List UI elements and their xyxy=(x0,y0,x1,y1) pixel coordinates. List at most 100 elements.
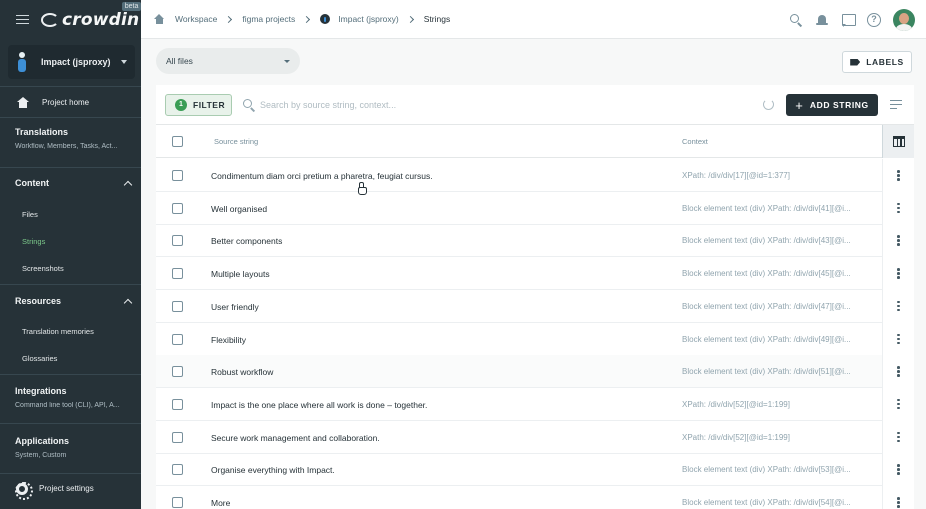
more-vert-icon[interactable] xyxy=(897,202,900,214)
sidebar-section-applications[interactable]: Applications System, Custom xyxy=(0,436,141,472)
more-vert-icon[interactable] xyxy=(897,268,900,279)
home-icon xyxy=(17,96,29,108)
source-string[interactable]: Condimentum diam orci pretium a pharetra… xyxy=(211,171,433,181)
table-row[interactable]: Robust workflow Block element text (div) … xyxy=(156,355,914,389)
breadcrumb-workspace[interactable]: Workspace xyxy=(175,14,217,24)
add-string-button[interactable]: + ADD STRING xyxy=(786,94,878,116)
row-checkbox[interactable] xyxy=(172,431,183,443)
source-string[interactable]: Organise everything with Impact. xyxy=(211,465,335,475)
sidebar-item-screenshots[interactable]: Screenshots xyxy=(22,264,64,273)
logo-text: crowdin xyxy=(62,9,140,30)
select-all-checkbox[interactable] xyxy=(172,136,183,147)
source-string[interactable]: More xyxy=(211,498,230,508)
row-checkbox[interactable] xyxy=(172,268,183,280)
table-row[interactable]: Condimentum diam orci pretium a pharetra… xyxy=(156,159,914,192)
table-row[interactable]: Secure work management and collaboration… xyxy=(156,420,914,454)
row-checkbox[interactable] xyxy=(172,300,183,312)
filter-button-label: FILTER xyxy=(193,100,226,110)
list-settings-icon[interactable] xyxy=(890,100,902,110)
project-icon xyxy=(16,52,30,72)
table-row[interactable]: User friendly Block element text (div) XP… xyxy=(156,289,914,323)
help-icon[interactable]: ? xyxy=(867,12,881,27)
row-checkbox[interactable] xyxy=(172,202,183,214)
source-string[interactable]: Well organised xyxy=(211,204,267,214)
sidebar-section-translations[interactable]: Translations Workflow, Members, Tasks, A… xyxy=(0,127,141,167)
chevron-right-icon xyxy=(406,15,414,23)
section-title: Resources xyxy=(15,296,62,306)
sidebar-item-strings[interactable]: Strings xyxy=(22,237,45,246)
source-string[interactable]: Secure work management and collaboration… xyxy=(211,433,380,443)
sidebar-section-content[interactable]: Content xyxy=(0,168,141,198)
sidebar: crowdin beta Impact (jsproxy) Project ho… xyxy=(0,0,142,509)
section-title: Translations xyxy=(15,127,69,137)
source-string[interactable]: Impact is the one place where all work i… xyxy=(211,400,427,410)
strings-toolbar: 1 FILTER + ADD STRING xyxy=(156,85,914,125)
search-input[interactable] xyxy=(260,95,620,115)
bell-icon[interactable] xyxy=(815,13,829,27)
avatar[interactable] xyxy=(893,8,915,31)
row-checkbox[interactable] xyxy=(172,235,183,247)
source-string[interactable]: Multiple layouts xyxy=(211,269,270,279)
sidebar-section-resources[interactable]: Resources xyxy=(0,286,141,316)
crowdin-logo[interactable]: crowdin beta xyxy=(41,1,142,30)
row-menu-cell xyxy=(882,257,914,291)
more-vert-icon[interactable] xyxy=(897,366,900,377)
sidebar-item-project-home[interactable]: Project home xyxy=(0,86,141,118)
refresh-icon[interactable] xyxy=(763,99,774,110)
source-string[interactable]: Robust workflow xyxy=(211,367,273,377)
row-checkbox[interactable] xyxy=(172,333,183,345)
add-string-label: ADD STRING xyxy=(809,100,869,110)
more-vert-icon[interactable] xyxy=(897,497,900,508)
more-vert-icon[interactable] xyxy=(897,398,900,410)
chevron-right-icon xyxy=(303,15,311,23)
labels-button[interactable]: LABELS xyxy=(842,51,912,73)
table-row[interactable]: Organise everything with Impact. Block el… xyxy=(156,453,914,487)
search-icon[interactable] xyxy=(789,13,803,27)
filter-button[interactable]: 1 FILTER xyxy=(165,94,232,116)
row-checkbox[interactable] xyxy=(172,366,183,378)
row-menu-cell xyxy=(882,387,914,421)
more-vert-icon[interactable] xyxy=(897,170,900,181)
table-row[interactable]: Better components Block element text (div… xyxy=(156,224,914,258)
row-checkbox[interactable] xyxy=(172,497,183,508)
table-row[interactable]: More Block element text (div) XPath: /div… xyxy=(156,486,914,509)
table-row[interactable]: Multiple layouts Block element text (div)… xyxy=(156,257,914,291)
table-row[interactable]: Impact is the one place where all work i… xyxy=(156,387,914,421)
row-checkbox[interactable] xyxy=(172,464,183,476)
messages-icon[interactable] xyxy=(841,13,856,27)
home-icon[interactable] xyxy=(154,14,165,24)
sidebar-item-project-settings[interactable]: Project settings xyxy=(0,473,141,503)
string-context: Block element text (div) XPath: /div/div… xyxy=(682,236,851,246)
column-header-context[interactable]: Context xyxy=(682,137,708,146)
sidebar-item-files[interactable]: Files xyxy=(22,210,38,219)
source-string[interactable]: Better components xyxy=(211,236,282,246)
more-vert-icon[interactable] xyxy=(897,235,900,246)
sidebar-section-integrations[interactable]: Integrations Command line tool (CLI), AP… xyxy=(0,386,141,422)
row-checkbox[interactable] xyxy=(172,170,183,181)
string-context: Block element text (div) XPath: /div/div… xyxy=(682,203,851,213)
more-vert-icon[interactable] xyxy=(897,464,900,475)
table-row[interactable]: Flexibility Block element text (div) XPat… xyxy=(156,322,914,356)
more-vert-icon[interactable] xyxy=(897,333,900,345)
row-checkbox[interactable] xyxy=(172,398,183,410)
column-header-source[interactable]: Source string xyxy=(214,137,258,146)
source-string[interactable]: Flexibility xyxy=(211,335,246,345)
sidebar-item-glossaries[interactable]: Glossaries xyxy=(22,354,57,363)
more-vert-icon[interactable] xyxy=(897,431,900,443)
caret-down-icon xyxy=(284,59,290,63)
source-string[interactable]: User friendly xyxy=(211,302,259,312)
project-switcher[interactable]: Impact (jsproxy) xyxy=(8,45,135,79)
column-toggle-button[interactable] xyxy=(882,125,914,158)
section-title: Integrations xyxy=(15,386,67,396)
more-vert-icon[interactable] xyxy=(897,300,900,312)
breadcrumb-current: Strings xyxy=(423,14,451,24)
project-name: Impact (jsproxy) xyxy=(41,57,111,67)
breadcrumb-figma-projects[interactable]: figma projects xyxy=(242,14,295,24)
breadcrumb-project[interactable]: Impact (jsproxy) xyxy=(338,14,398,24)
string-context: Block element text (div) XPath: /div/div… xyxy=(682,301,851,311)
menu-icon[interactable] xyxy=(16,14,29,25)
chevron-up-icon xyxy=(123,180,133,189)
files-select[interactable]: All files xyxy=(156,48,300,74)
sidebar-item-translation-memories[interactable]: Translation memories xyxy=(22,327,94,336)
table-row[interactable]: Well organised Block element text (div) X… xyxy=(156,191,914,225)
